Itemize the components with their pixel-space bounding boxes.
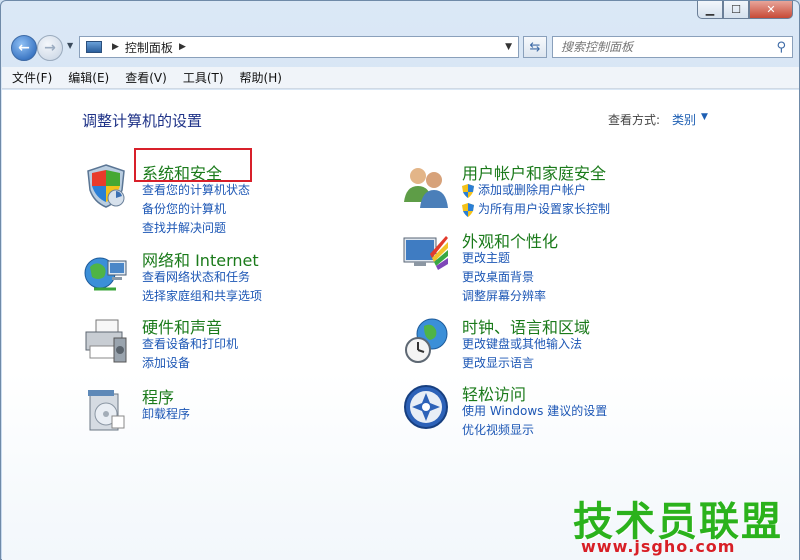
close-button[interactable]: ✕ xyxy=(749,1,793,19)
link-label: 添加或删除用户帐户 xyxy=(478,183,587,197)
link-view-network-status[interactable]: 查看网络状态和任务 xyxy=(142,268,262,287)
forward-button[interactable]: → xyxy=(37,35,63,61)
chevron-down-icon[interactable]: ▼ xyxy=(701,112,708,122)
users-icon[interactable] xyxy=(402,162,450,210)
navigation-row: ← → ▼ ▶ 控制面板 ▶ ▼ ⇆ ⚲ xyxy=(9,33,793,61)
arrow-left-icon: ← xyxy=(18,40,30,56)
shield-icon[interactable] xyxy=(82,162,130,210)
chevron-down-icon[interactable]: ▼ xyxy=(505,42,512,52)
category-links: 使用 Windows 建议的设置 优化视频显示 xyxy=(462,402,607,440)
control-panel-icon xyxy=(86,41,102,53)
link-windows-recommended-settings[interactable]: 使用 Windows 建议的设置 xyxy=(462,402,607,421)
link-optimize-video-display[interactable]: 优化视频显示 xyxy=(462,421,607,440)
link-view-computer-status[interactable]: 查看您的计算机状态 xyxy=(142,181,250,200)
clock-globe-icon[interactable] xyxy=(402,316,450,364)
menu-edit[interactable]: 编辑(E) xyxy=(68,69,109,86)
category-links: 卸载程序 xyxy=(142,405,190,424)
link-view-devices-printers[interactable]: 查看设备和打印机 xyxy=(142,335,238,354)
watermark: 技术员联盟 www.jsgho.com xyxy=(573,489,793,556)
link-uninstall-program[interactable]: 卸载程序 xyxy=(142,405,190,424)
arrow-right-icon: → xyxy=(44,40,56,56)
uac-shield-icon xyxy=(462,202,474,217)
minimize-button[interactable]: ▁ xyxy=(697,1,723,19)
appearance-icon[interactable] xyxy=(402,230,450,278)
link-add-remove-accounts[interactable]: 添加或删除用户帐户 xyxy=(462,181,610,200)
menu-help[interactable]: 帮助(H) xyxy=(240,69,282,86)
menu-file[interactable]: 文件(F) xyxy=(12,69,52,86)
printer-icon[interactable] xyxy=(82,316,130,364)
category-links: 更改键盘或其他输入法 更改显示语言 xyxy=(462,335,582,373)
breadcrumb-chevron-icon[interactable]: ▶ xyxy=(179,42,186,52)
menu-view[interactable]: 查看(V) xyxy=(125,69,167,86)
page-title: 调整计算机的设置 xyxy=(82,112,203,130)
menu-tools[interactable]: 工具(T) xyxy=(183,69,224,86)
link-change-desktop-background[interactable]: 更改桌面背景 xyxy=(462,268,546,287)
category-links: 查看您的计算机状态 备份您的计算机 查找并解决问题 xyxy=(142,181,250,238)
maximize-button[interactable]: ☐ xyxy=(723,1,749,19)
search-box[interactable]: ⚲ xyxy=(552,36,793,58)
category-links: 查看设备和打印机 添加设备 xyxy=(142,335,238,373)
refresh-button[interactable]: ⇆ xyxy=(523,36,547,58)
refresh-icon: ⇆ xyxy=(529,39,541,55)
menu-bar: 文件(F) 编辑(E) 查看(V) 工具(T) 帮助(H) xyxy=(2,67,799,89)
search-icon[interactable]: ⚲ xyxy=(776,40,786,55)
uac-shield-icon xyxy=(462,183,474,198)
link-adjust-resolution[interactable]: 调整屏幕分辨率 xyxy=(462,287,546,306)
highlight-annotation xyxy=(134,148,252,182)
category-links: 更改主题 更改桌面背景 调整屏幕分辨率 xyxy=(462,249,546,306)
watermark-url: www.jsgho.com xyxy=(581,537,736,556)
back-button[interactable]: ← xyxy=(11,35,37,61)
recent-pages-dropdown[interactable]: ▼ xyxy=(67,41,73,50)
ease-of-access-icon[interactable] xyxy=(402,383,450,431)
link-change-display-language[interactable]: 更改显示语言 xyxy=(462,354,582,373)
view-mode-label: 查看方式: xyxy=(608,113,661,127)
link-label: 为所有用户设置家长控制 xyxy=(478,202,611,216)
breadcrumb-chevron-icon[interactable]: ▶ xyxy=(112,42,119,52)
search-input[interactable] xyxy=(561,40,771,54)
link-add-device[interactable]: 添加设备 xyxy=(142,354,238,373)
control-panel-window: ▁ ☐ ✕ ← → ▼ ▶ 控制面板 ▶ ▼ ⇆ ⚲ 文件(F) 编辑(E) 查… xyxy=(0,0,800,560)
view-mode-dropdown[interactable]: 类别 xyxy=(672,111,696,128)
link-change-theme[interactable]: 更改主题 xyxy=(462,249,546,268)
category-links: 查看网络状态和任务 选择家庭组和共享选项 xyxy=(142,268,262,306)
category-links: 添加或删除用户帐户 为所有用户设置家长控制 xyxy=(462,181,610,219)
caption-buttons: ▁ ☐ ✕ xyxy=(697,1,793,19)
link-find-fix-problems[interactable]: 查找并解决问题 xyxy=(142,219,250,238)
link-backup-computer[interactable]: 备份您的计算机 xyxy=(142,200,250,219)
breadcrumb-control-panel[interactable]: 控制面板 xyxy=(125,39,173,56)
link-change-input-method[interactable]: 更改键盘或其他输入法 xyxy=(462,335,582,354)
globe-network-icon[interactable] xyxy=(82,249,130,297)
link-parental-controls[interactable]: 为所有用户设置家长控制 xyxy=(462,200,610,219)
link-homegroup-sharing[interactable]: 选择家庭组和共享选项 xyxy=(142,287,262,306)
programs-icon[interactable] xyxy=(82,386,130,434)
address-bar[interactable]: ▶ 控制面板 ▶ ▼ xyxy=(79,36,519,58)
